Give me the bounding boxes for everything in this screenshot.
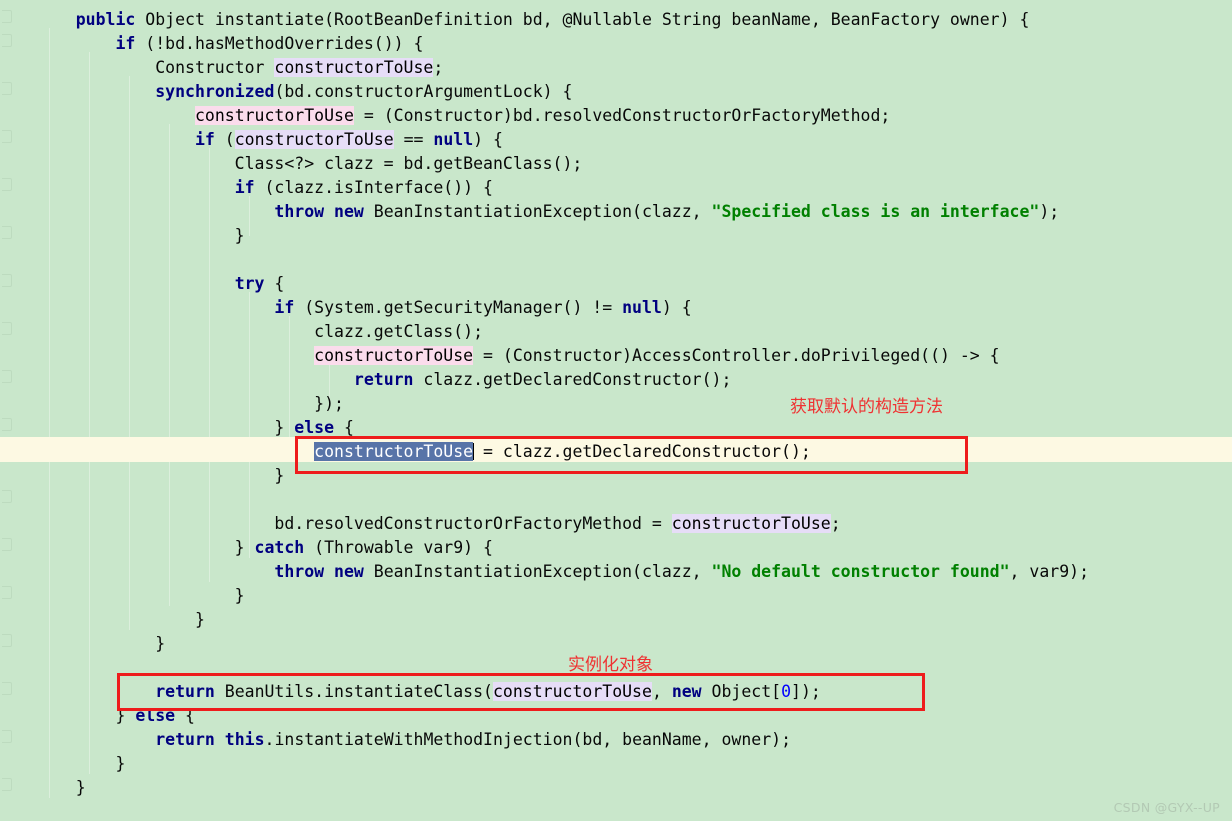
code-line[interactable]: return clazz.getDeclaredConstructor(); [0, 368, 1232, 392]
code-line[interactable]: return BeanUtils.instantiateClass(constr… [0, 680, 1232, 704]
code-line[interactable]: Constructor constructorToUse; [0, 56, 1232, 80]
code-line[interactable]: } catch (Throwable var9) { [0, 536, 1232, 560]
code-line[interactable]: if (System.getSecurityManager() != null)… [0, 296, 1232, 320]
code-line[interactable]: return this.instantiateWithMethodInjecti… [0, 728, 1232, 752]
watermark: CSDN @GYX--UP [1113, 800, 1220, 815]
code-line[interactable]: if (clazz.isInterface()) { [0, 176, 1232, 200]
code-line[interactable]: if (constructorToUse == null) { [0, 128, 1232, 152]
code-editor-screenshot: public Object instantiate(RootBeanDefini… [0, 0, 1232, 821]
code-line[interactable]: } [0, 224, 1232, 248]
code-line[interactable]: bd.resolvedConstructorOrFactoryMethod = … [0, 512, 1232, 536]
code-line[interactable] [0, 488, 1232, 512]
code-line[interactable]: try { [0, 272, 1232, 296]
code-line[interactable]: } else { [0, 704, 1232, 728]
code-line[interactable]: constructorToUse = clazz.getDeclaredCons… [0, 440, 1232, 464]
code-line[interactable]: } [0, 608, 1232, 632]
annotation-text-get-default-constructor: 获取默认的构造方法 [790, 397, 943, 417]
code-line[interactable]: throw new BeanInstantiationException(cla… [0, 200, 1232, 224]
code-line[interactable]: } [0, 752, 1232, 776]
code-line[interactable]: if (!bd.hasMethodOverrides()) { [0, 32, 1232, 56]
code-line[interactable]: }); [0, 392, 1232, 416]
code-line[interactable]: } [0, 776, 1232, 800]
code-line[interactable]: constructorToUse = (Constructor)AccessCo… [0, 344, 1232, 368]
code-line[interactable]: public Object instantiate(RootBeanDefini… [0, 8, 1232, 32]
code-content[interactable]: public Object instantiate(RootBeanDefini… [0, 0, 1232, 821]
code-line[interactable]: constructorToUse = (Constructor)bd.resol… [0, 104, 1232, 128]
code-line[interactable]: } [0, 584, 1232, 608]
annotation-text-instantiate-object: 实例化对象 [568, 655, 653, 675]
code-line[interactable]: throw new BeanInstantiationException(cla… [0, 560, 1232, 584]
code-line[interactable]: Class<?> clazz = bd.getBeanClass(); [0, 152, 1232, 176]
code-line[interactable] [0, 248, 1232, 272]
code-line[interactable]: } [0, 464, 1232, 488]
code-line[interactable]: synchronized(bd.constructorArgumentLock)… [0, 80, 1232, 104]
code-line[interactable]: } else { [0, 416, 1232, 440]
code-line[interactable]: clazz.getClass(); [0, 320, 1232, 344]
